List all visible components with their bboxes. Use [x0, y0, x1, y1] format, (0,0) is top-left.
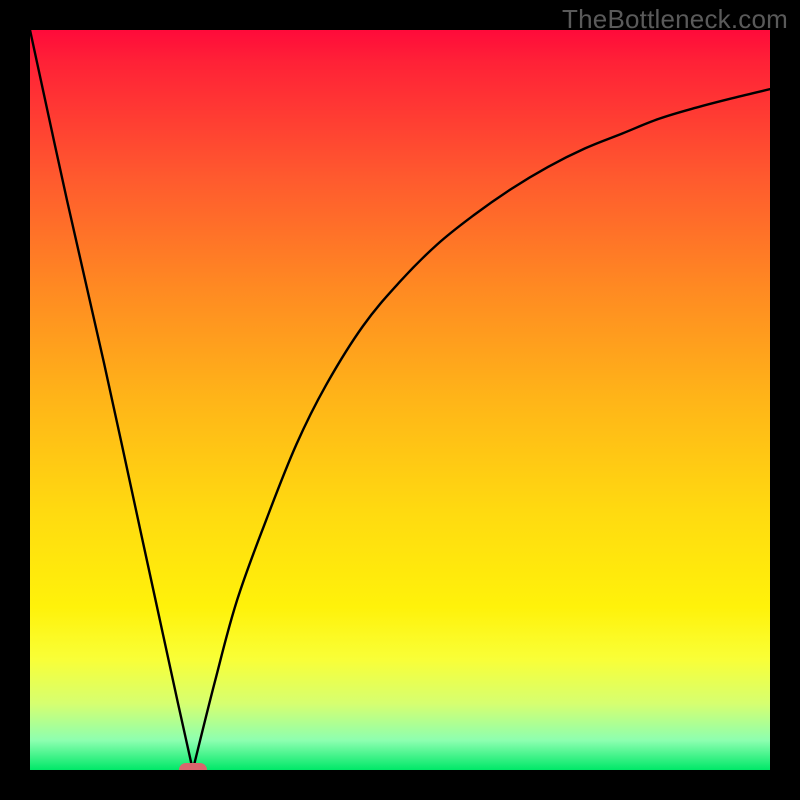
bottleneck-curve [30, 30, 770, 770]
min-marker [179, 763, 207, 770]
chart-frame: TheBottleneck.com [0, 0, 800, 800]
curve-svg [30, 30, 770, 770]
plot-area [30, 30, 770, 770]
